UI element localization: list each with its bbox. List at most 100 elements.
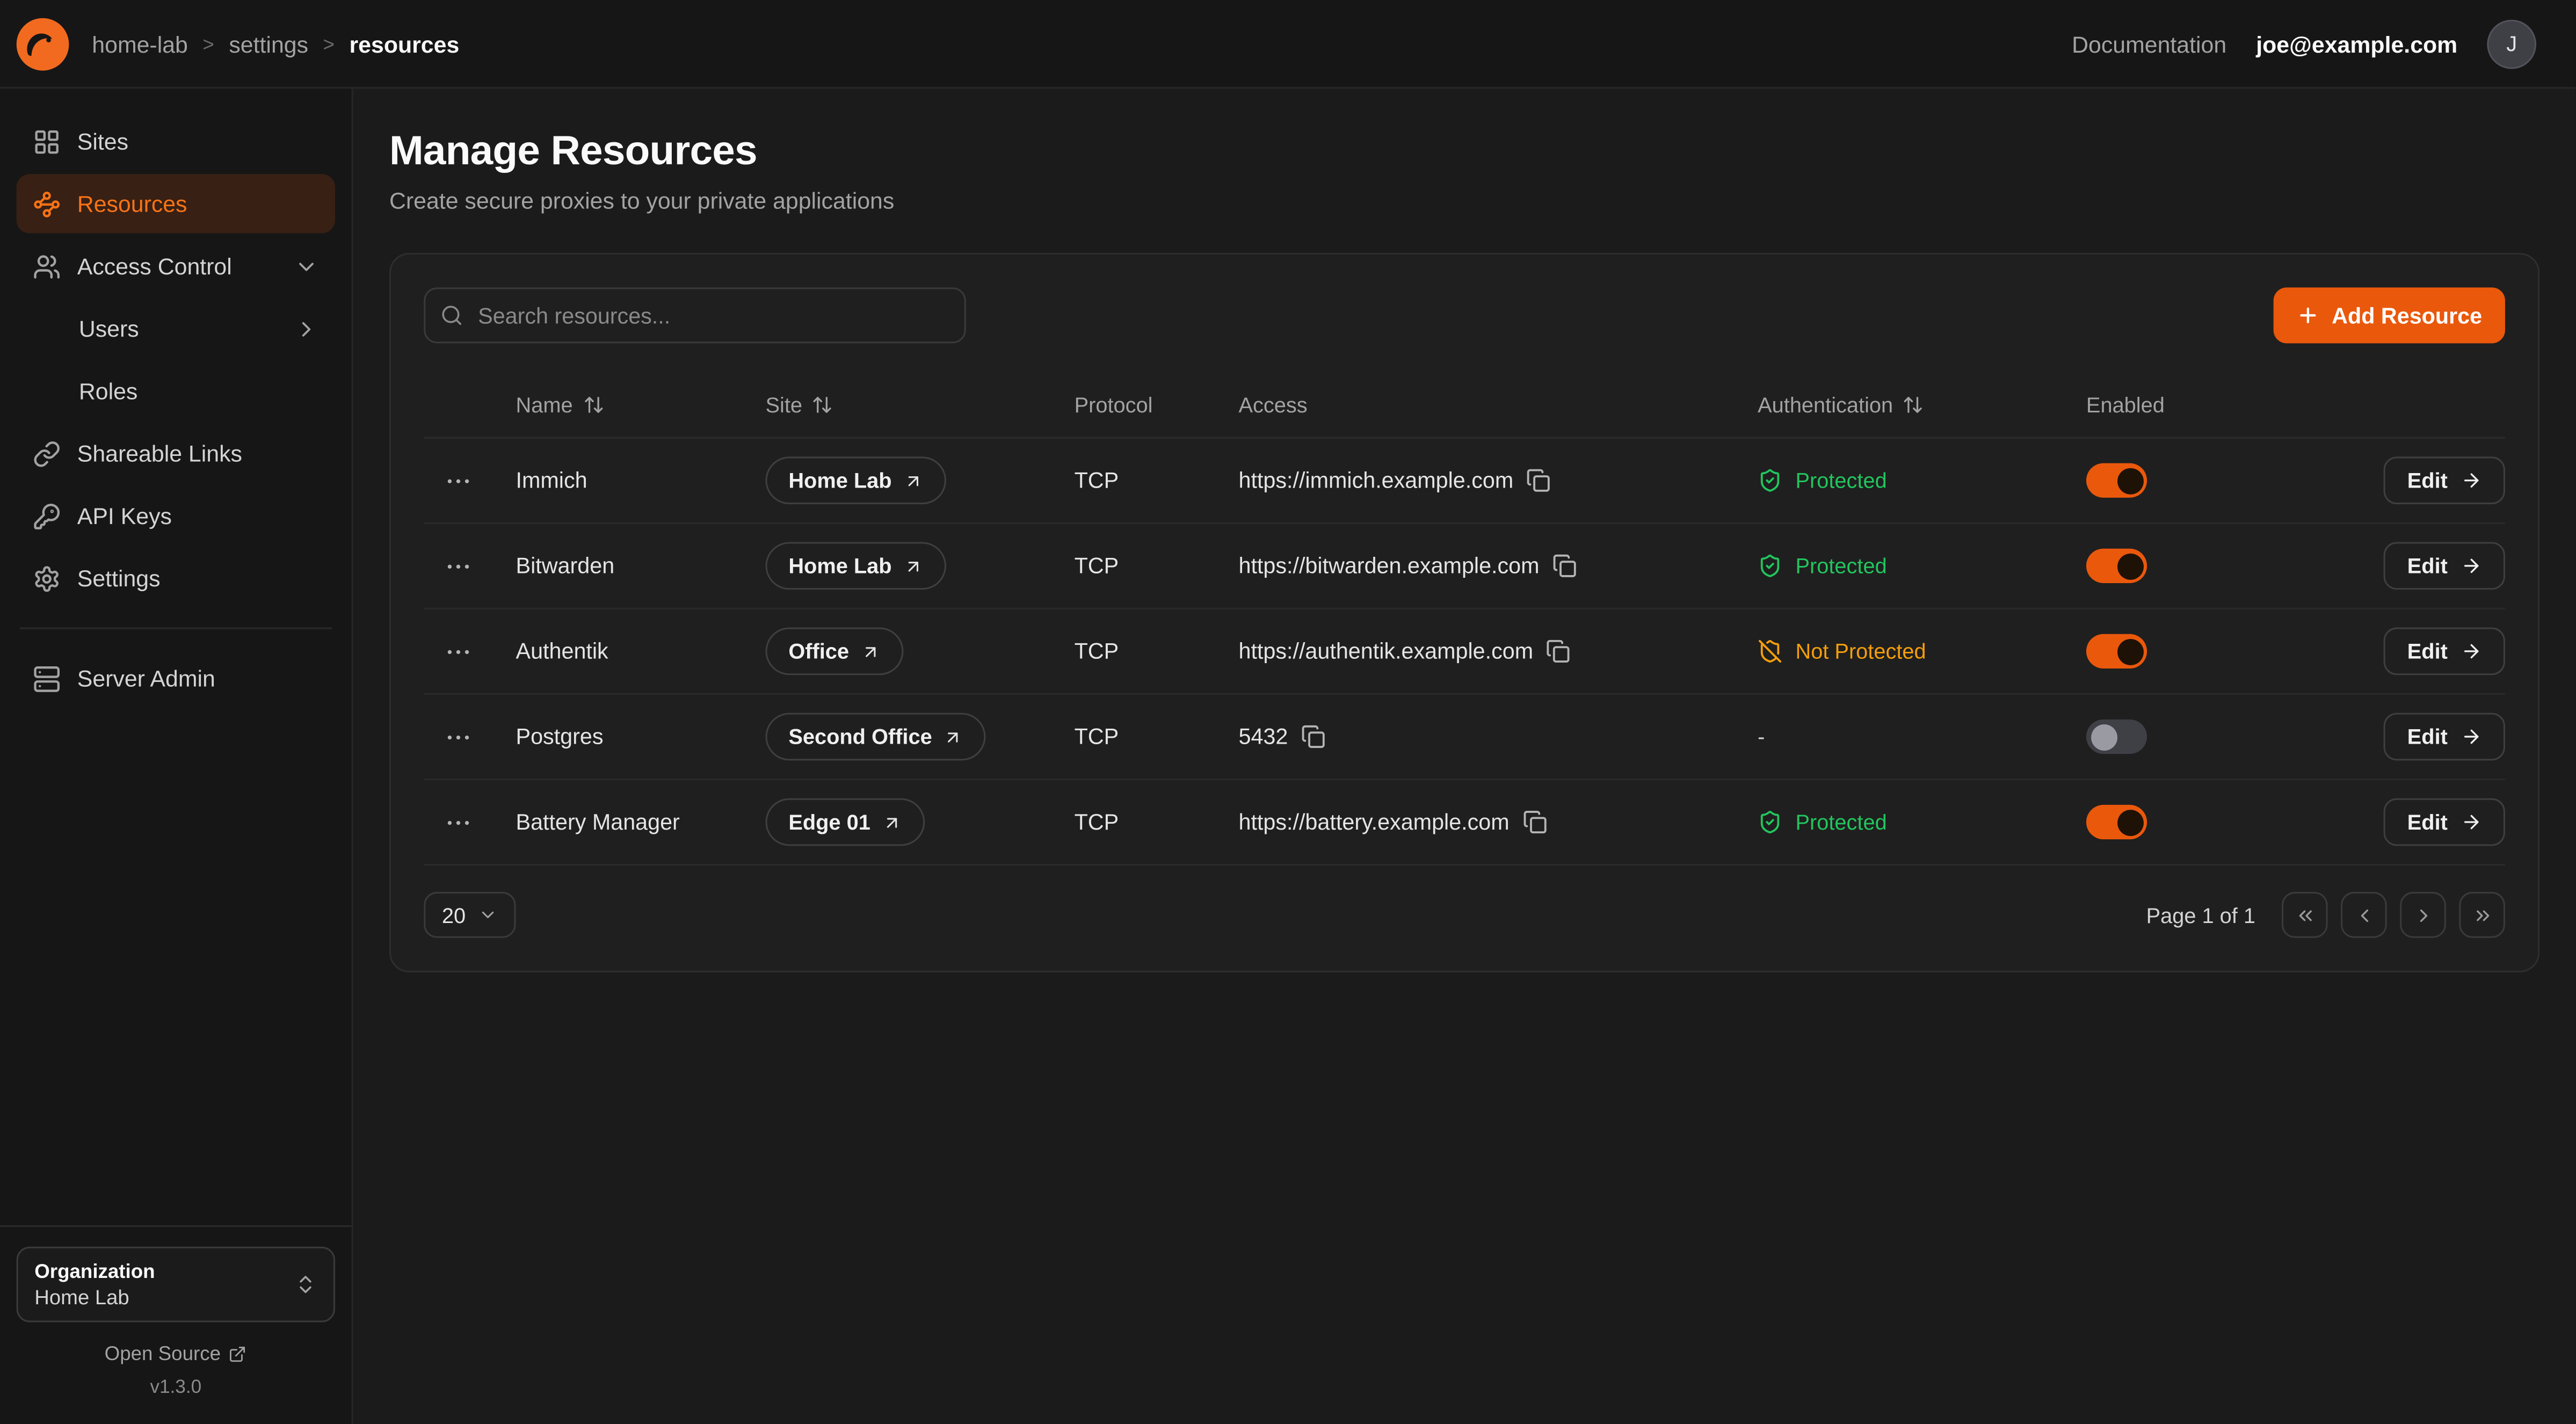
enabled-toggle[interactable] — [2086, 720, 2147, 754]
toggle-thumb — [2117, 809, 2143, 835]
row-actions-cell — [424, 466, 516, 495]
site-link[interactable]: Office — [765, 628, 903, 675]
add-resource-button[interactable]: Add Resource — [2274, 287, 2505, 343]
open-source-link[interactable]: Open Source — [105, 1342, 247, 1365]
organization-selector[interactable]: Organization Home Lab — [17, 1247, 335, 1323]
search-icon — [440, 304, 463, 327]
resources-card: Add Resource Name Site P — [389, 253, 2539, 972]
edit-button[interactable]: Edit — [2384, 542, 2505, 590]
sidebar-item-sites[interactable]: Sites — [17, 112, 335, 171]
header-site[interactable]: Site — [765, 393, 1074, 417]
sidebar-nav: Sites Resources Access Control Users — [17, 112, 335, 1209]
site-link[interactable]: Edge 01 — [765, 798, 924, 846]
edit-button-label: Edit — [2407, 554, 2448, 578]
sidebar-item-api-keys[interactable]: API Keys — [17, 486, 335, 545]
header-name[interactable]: Name — [516, 393, 766, 417]
enabled-toggle[interactable] — [2086, 463, 2147, 498]
shield-check-icon — [1758, 554, 1782, 578]
search-input[interactable] — [424, 287, 966, 343]
access-cell: https://immich.example.com — [1238, 468, 1758, 493]
site-cell: Home Lab — [765, 542, 1074, 590]
copy-icon[interactable] — [1552, 554, 1577, 578]
auth-status: Protected — [1758, 554, 2086, 578]
protocol-cell: TCP — [1075, 639, 1239, 664]
access-cell: https://bitwarden.example.com — [1238, 554, 1758, 578]
name-cell: Immich — [516, 468, 766, 493]
enabled-cell — [2086, 549, 2313, 583]
sidebar-item-shareable-links[interactable]: Shareable Links — [17, 424, 335, 483]
sidebar-footer: Organization Home Lab Open Source v1.3.0 — [0, 1225, 352, 1408]
copy-icon[interactable] — [1522, 810, 1547, 834]
row-menu-button[interactable] — [444, 722, 473, 751]
auth-status: Protected — [1758, 810, 2086, 834]
breadcrumb-resources: resources — [350, 31, 460, 57]
row-actions-cell — [424, 636, 516, 666]
sidebar-item-label: Settings — [77, 565, 161, 591]
breadcrumb-home-lab[interactable]: home-lab — [92, 31, 188, 57]
sidebar-item-access-control[interactable]: Access Control — [17, 236, 335, 295]
auth-label: - — [1758, 724, 1765, 749]
sidebar-item-server-admin[interactable]: Server Admin — [17, 649, 335, 708]
edit-cell: Edit — [2313, 713, 2505, 761]
row-menu-button[interactable] — [444, 807, 473, 837]
breadcrumb-settings[interactable]: settings — [229, 31, 308, 57]
edit-button[interactable]: Edit — [2384, 713, 2505, 761]
access-value: 5432 — [1238, 724, 1288, 749]
breadcrumb-separator: > — [202, 32, 214, 55]
edit-button[interactable]: Edit — [2384, 456, 2505, 504]
auth-label: Protected — [1795, 810, 1886, 834]
site-link[interactable]: Home Lab — [765, 542, 946, 590]
access-value: https://bitwarden.example.com — [1238, 554, 1539, 578]
app-logo-icon[interactable] — [17, 17, 69, 70]
first-page-button[interactable] — [2282, 892, 2328, 938]
edit-button-label: Edit — [2407, 468, 2448, 493]
row-actions-cell — [424, 722, 516, 751]
shield-off-icon — [1758, 639, 1782, 664]
sidebar-item-resources[interactable]: Resources — [17, 174, 335, 233]
next-page-button[interactable] — [2400, 892, 2446, 938]
arrow-right-icon — [2461, 641, 2482, 662]
sort-icon — [1903, 394, 1925, 416]
site-cell: Office — [765, 628, 1074, 675]
edit-button[interactable]: Edit — [2384, 628, 2505, 675]
row-menu-button[interactable] — [444, 466, 473, 495]
sidebar-item-label: API Keys — [77, 503, 172, 529]
row-menu-button[interactable] — [444, 636, 473, 666]
table-row: Postgres Second Office TCP 5432 - Edit — [424, 695, 2505, 780]
chevron-right-icon — [294, 316, 319, 341]
site-link[interactable]: Home Lab — [765, 456, 946, 504]
last-page-button[interactable] — [2459, 892, 2505, 938]
chevron-down-icon — [294, 254, 319, 279]
site-link[interactable]: Second Office — [765, 713, 986, 761]
header-authentication[interactable]: Authentication — [1758, 393, 2086, 417]
arrow-right-icon — [2461, 470, 2482, 491]
edit-button[interactable]: Edit — [2384, 798, 2505, 846]
header-authentication-label: Authentication — [1758, 393, 1893, 417]
gear-icon — [33, 564, 61, 592]
page-size-select[interactable]: 20 — [424, 892, 517, 938]
copy-icon[interactable] — [1547, 639, 1571, 664]
sidebar-item-settings[interactable]: Settings — [17, 549, 335, 608]
prev-page-button[interactable] — [2341, 892, 2387, 938]
sidebar-item-roles[interactable]: Roles — [17, 361, 335, 420]
search-box — [424, 287, 966, 343]
copy-icon[interactable] — [1301, 724, 1326, 749]
enabled-toggle[interactable] — [2086, 549, 2147, 583]
copy-icon[interactable] — [1527, 468, 1551, 493]
arrow-right-icon — [2461, 726, 2482, 747]
row-menu-button[interactable] — [444, 551, 473, 580]
avatar[interactable]: J — [2487, 19, 2536, 68]
grid-icon — [33, 127, 61, 155]
enabled-toggle[interactable] — [2086, 805, 2147, 839]
sidebar-item-users[interactable]: Users — [17, 299, 335, 358]
enabled-toggle[interactable] — [2086, 634, 2147, 669]
documentation-link[interactable]: Documentation — [2072, 31, 2226, 57]
plus-icon — [2297, 304, 2320, 327]
sidebar-item-label: Shareable Links — [77, 440, 242, 467]
site-pill-label: Second Office — [788, 724, 932, 749]
breadcrumb-separator: > — [323, 32, 335, 55]
site-cell: Home Lab — [765, 456, 1074, 504]
sidebar-item-label: Users — [79, 315, 139, 342]
site-pill-label: Edge 01 — [788, 810, 870, 834]
add-resource-label: Add Resource — [2332, 303, 2482, 328]
